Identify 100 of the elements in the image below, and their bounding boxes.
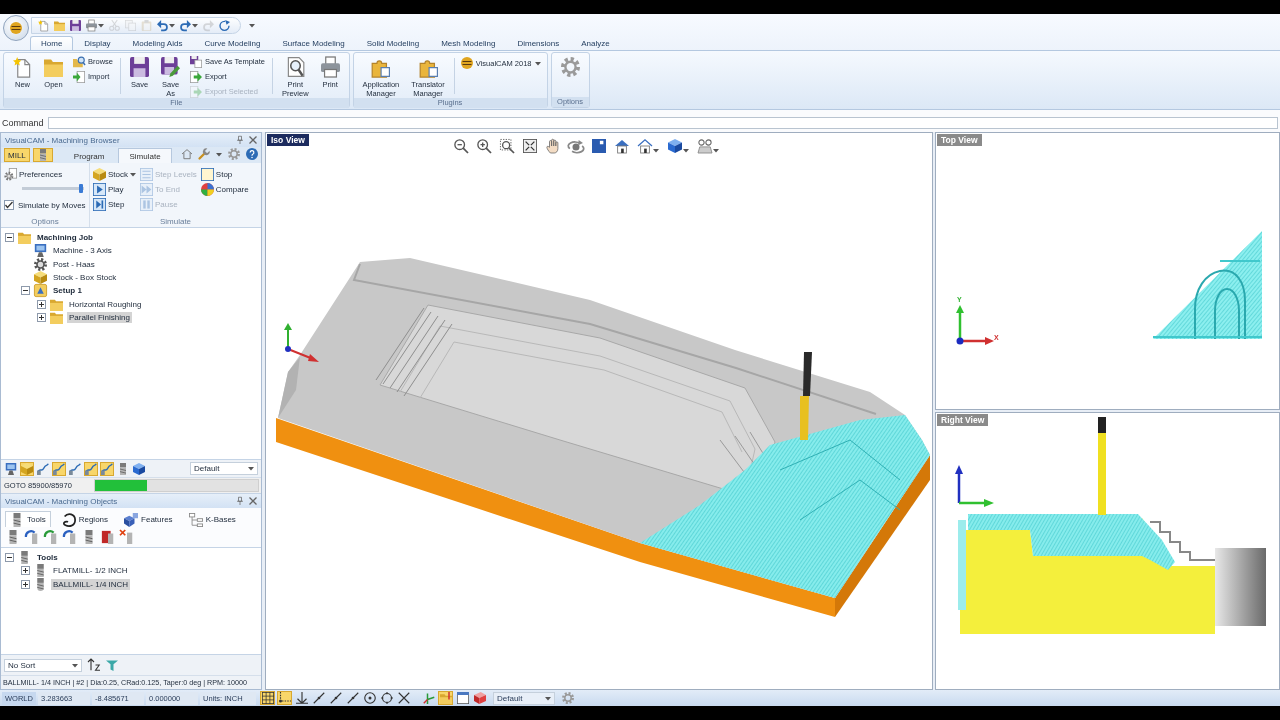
ribbon-tab[interactable]: Curve Modeling — [193, 36, 272, 50]
expand-icon[interactable] — [21, 579, 30, 589]
toolbar-button[interactable] — [100, 461, 114, 476]
sort-icon[interactable] — [88, 659, 100, 671]
toolbar-button[interactable] — [472, 691, 487, 705]
toolbar-button[interactable] — [362, 691, 377, 705]
toolbar-button[interactable] — [132, 461, 146, 476]
mode-button[interactable]: MILL — [4, 148, 30, 162]
collapse-icon[interactable] — [5, 233, 14, 243]
toolbar-button[interactable] — [396, 691, 411, 705]
tool-arrow-icon[interactable] — [25, 530, 39, 544]
panel-tab[interactable]: Program — [62, 148, 116, 163]
rotate-icon[interactable] — [569, 139, 583, 153]
close-icon[interactable] — [249, 497, 257, 505]
toolbar-button[interactable] — [157, 19, 175, 31]
panel-tab[interactable]: Features — [119, 511, 178, 527]
view-panel-icon[interactable] — [592, 139, 606, 153]
tool-arrow-icon[interactable] — [63, 530, 77, 544]
zoom-window-icon[interactable] — [500, 139, 514, 153]
toolbar-button[interactable] — [294, 691, 309, 705]
toolbar-button[interactable] — [345, 691, 360, 705]
pin-icon[interactable] — [236, 136, 244, 144]
hand-icon[interactable] — [546, 139, 560, 153]
tree-item[interactable]: Setup 1 — [51, 285, 84, 297]
house-outline-icon[interactable] — [638, 139, 652, 153]
ribbon-button[interactable]: Preferences — [4, 167, 86, 181]
zoom-in-icon[interactable] — [477, 139, 491, 153]
ribbon-tab[interactable]: Solid Modeling — [355, 36, 431, 50]
ribbon-tab[interactable]: Modeling Aids — [121, 36, 194, 50]
ribbon-tab[interactable]: Dimensions — [506, 36, 571, 50]
toolbar-button[interactable] — [84, 461, 98, 476]
expand-icon[interactable] — [21, 566, 30, 576]
toolbar-button[interactable] — [4, 461, 18, 476]
toolbar-button[interactable] — [328, 691, 343, 705]
collapse-icon[interactable] — [21, 286, 30, 296]
end-mill-icon[interactable] — [6, 530, 20, 544]
tree-item[interactable]: Parallel Finishing — [67, 311, 132, 323]
caret-icon[interactable] — [653, 148, 659, 153]
end-mill-icon[interactable] — [82, 530, 96, 544]
close-icon[interactable] — [249, 136, 257, 144]
viewport[interactable]: Iso View — [265, 132, 933, 690]
spark-tool-icon[interactable] — [120, 530, 134, 544]
page-tool-icon[interactable] — [101, 530, 115, 544]
caret-icon[interactable] — [713, 148, 719, 153]
app-menu-button[interactable] — [3, 15, 29, 41]
panel-tab[interactable]: Simulate — [118, 148, 172, 163]
caret-icon[interactable] — [216, 151, 222, 157]
fit-view-icon[interactable] — [523, 139, 537, 153]
toolbar-button[interactable] — [180, 19, 198, 31]
dropdown[interactable]: Default — [190, 462, 258, 475]
slider-track[interactable] — [22, 187, 84, 190]
expand-icon[interactable] — [37, 312, 46, 322]
dropdown[interactable]: No Sort — [4, 658, 82, 672]
caret-icon[interactable] — [249, 22, 255, 28]
toolbar-button[interactable] — [379, 691, 394, 705]
panel-tab[interactable]: K-Bases — [183, 511, 241, 527]
ribbon-tab[interactable]: Display — [73, 36, 122, 50]
toolbar-button[interactable] — [260, 691, 275, 705]
tree-item[interactable]: Horizontal Roughing — [67, 298, 144, 310]
wrench-icon[interactable] — [198, 148, 210, 160]
ribbon-tab[interactable]: Surface Modeling — [271, 36, 356, 50]
ribbon-tab[interactable]: Analyze — [570, 36, 621, 50]
ribbon-tab[interactable]: Mesh Modeling — [430, 36, 507, 50]
checkbox[interactable] — [4, 200, 14, 210]
viewport-title[interactable]: Iso View — [267, 134, 309, 146]
dropdown[interactable]: Default — [493, 691, 555, 705]
ribbon-button[interactable]: Stop — [200, 167, 249, 181]
tool-arrow-icon[interactable] — [44, 530, 58, 544]
tree-item[interactable]: FLATMILL- 1/2 INCH — [51, 565, 130, 577]
ribbon-button[interactable]: Compare — [200, 182, 249, 196]
tree-item[interactable]: BALLMILL- 1/4 INCH — [51, 578, 131, 590]
tree-item[interactable]: Post - Haas — [51, 258, 97, 270]
ribbon-button[interactable]: Play — [93, 182, 136, 196]
help-icon[interactable] — [246, 148, 258, 160]
tree-item[interactable]: Stock - Box Stock — [51, 272, 119, 284]
mode-button[interactable] — [32, 148, 53, 162]
funnel-icon[interactable] — [106, 659, 118, 671]
tree-item[interactable]: Machine - 3 Axis — [51, 245, 114, 257]
collapse-icon[interactable] — [5, 553, 14, 563]
tree-item[interactable]: Tools — [35, 552, 60, 564]
tree-item[interactable]: Machining Job — [35, 232, 95, 244]
expand-icon[interactable] — [37, 299, 46, 309]
shaded-cube-icon[interactable] — [668, 139, 682, 153]
toolbar-button[interactable] — [219, 19, 230, 31]
toolbar-button[interactable] — [277, 691, 292, 705]
pin-icon[interactable] — [236, 497, 244, 505]
command-input[interactable] — [47, 117, 1278, 129]
caret-icon[interactable] — [683, 148, 689, 153]
zoom-out-icon[interactable] — [454, 139, 468, 153]
toolbar-button[interactable] — [52, 461, 66, 476]
toolbar-button[interactable] — [86, 19, 104, 31]
house-icon[interactable] — [615, 139, 629, 153]
panel-tab[interactable]: Regions — [56, 511, 114, 527]
home-icon[interactable] — [182, 149, 192, 159]
toolbar-button[interactable] — [311, 691, 326, 705]
glasses-icon[interactable] — [698, 139, 712, 153]
ribbon-button[interactable]: Step — [93, 197, 136, 211]
ribbon-button[interactable]: Stock — [93, 167, 136, 181]
panel-tab[interactable]: Tools — [5, 511, 51, 527]
checkbox-label[interactable]: Simulate by Moves — [18, 200, 86, 210]
